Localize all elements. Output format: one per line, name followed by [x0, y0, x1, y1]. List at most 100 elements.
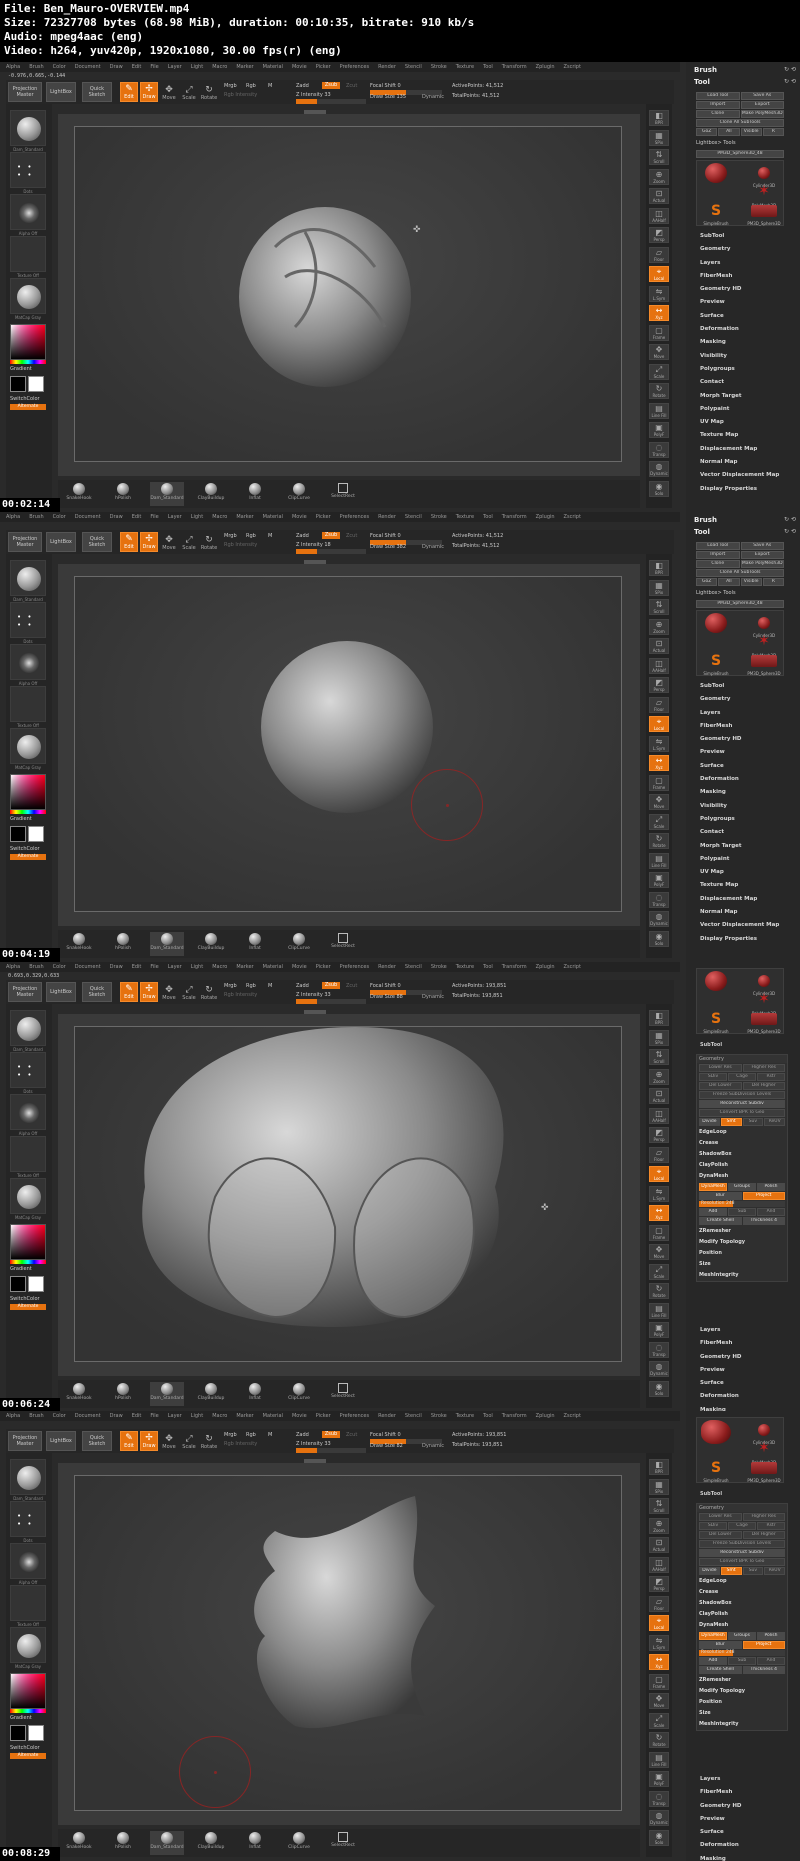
- canvas-viewport[interactable]: [58, 1459, 640, 1825]
- menu-item[interactable]: Color: [53, 514, 66, 520]
- quick-sketch-button[interactable]: Quick Sketch: [82, 532, 112, 552]
- rgb-toggle[interactable]: Rgb: [246, 83, 256, 89]
- document-area[interactable]: [74, 576, 622, 912]
- tool-thumb-sphere[interactable]: [699, 971, 733, 997]
- reuv-toggle[interactable]: ReUV: [764, 1118, 785, 1126]
- brush-thumb[interactable]: Dam_Standard: [10, 110, 46, 152]
- menu-item[interactable]: Stroke: [431, 1413, 447, 1419]
- smt-toggle[interactable]: Smt: [720, 1118, 742, 1126]
- subpalette-item[interactable]: Displacement Map: [700, 893, 796, 906]
- modify-topology-section[interactable]: Modify Topology: [697, 1686, 787, 1697]
- right-shelf-floor-button[interactable]: ▱ Floor: [649, 246, 669, 263]
- zadd-toggle[interactable]: Zadd: [296, 983, 309, 989]
- dynamic-toggle[interactable]: Dynamic: [422, 994, 444, 1000]
- menu-item[interactable]: Marker: [236, 514, 253, 520]
- switch-color-button[interactable]: SwitchColor: [10, 846, 40, 852]
- draw-size-slider[interactable]: Draw Size 135: [370, 94, 406, 100]
- menu-item[interactable]: Color: [53, 1413, 66, 1419]
- menu-item[interactable]: File: [150, 1413, 158, 1419]
- subpalette-item[interactable]: Deformation: [700, 323, 796, 336]
- reuv-toggle[interactable]: ReUV: [764, 1567, 785, 1575]
- main-color-swatch[interactable]: [10, 1725, 26, 1741]
- subpalette-item[interactable]: Masking: [700, 786, 796, 799]
- right-shelf-spix-button[interactable]: ▦ SPix: [649, 1478, 669, 1495]
- quick-sketch-button[interactable]: Quick Sketch: [82, 982, 112, 1002]
- viewport-handle[interactable]: [304, 110, 326, 114]
- del-higher-button[interactable]: Del Higher: [742, 1531, 785, 1539]
- z-intensity-slider[interactable]: Z Intensity 33: [296, 92, 331, 98]
- menu-item[interactable]: Render: [378, 964, 396, 970]
- subpalette-item[interactable]: Surface: [700, 1377, 796, 1390]
- del-lower-button[interactable]: Del Lower: [699, 1531, 742, 1539]
- right-shelf-rotate-button[interactable]: ↻ Rotate: [649, 1283, 669, 1299]
- z-intensity-slider[interactable]: Z Intensity 33: [296, 1441, 331, 1447]
- menu-item[interactable]: File: [150, 64, 158, 70]
- dynamic-toggle[interactable]: Dynamic: [422, 1443, 444, 1449]
- quick-sketch-button[interactable]: Quick Sketch: [82, 1431, 112, 1451]
- menu-item[interactable]: Light: [191, 64, 203, 70]
- menu-item[interactable]: Stencil: [405, 1413, 422, 1419]
- zadd-toggle[interactable]: Zadd: [296, 1432, 309, 1438]
- color-picker[interactable]: [10, 324, 46, 360]
- menu-item[interactable]: Texture: [456, 964, 474, 970]
- clone-all-subtools-button[interactable]: Clone All SubTools: [696, 569, 784, 577]
- mrgb-toggle[interactable]: Mrgb: [224, 533, 237, 539]
- projection-master-button[interactable]: Projection Master: [8, 532, 42, 552]
- gradient-toggle[interactable]: Gradient: [10, 816, 32, 822]
- brush-button-dam-standard[interactable]: Dam_Standard: [150, 482, 184, 506]
- move-button[interactable]: ✥ Move: [160, 82, 178, 102]
- crease-section[interactable]: Crease: [697, 1587, 787, 1598]
- right-shelf-local-button[interactable]: ⌖ Local: [649, 266, 669, 282]
- menu-item[interactable]: File: [150, 514, 158, 520]
- subpalette-item[interactable]: Deformation: [700, 1839, 796, 1852]
- right-shelf-move-button[interactable]: ✥ Move: [649, 1693, 669, 1709]
- right-shelf-dynamic-button[interactable]: ◍ Dynamic: [649, 461, 669, 477]
- subpalette-item[interactable]: Morph Target: [700, 840, 796, 853]
- menu-item[interactable]: Render: [378, 64, 396, 70]
- subpalette-item[interactable]: Masking: [700, 1853, 796, 1861]
- brush-button-claybuildup[interactable]: ClayBuildup: [194, 1831, 228, 1855]
- right-shelf-solo-button[interactable]: ◉ Solo: [649, 930, 669, 947]
- menu-item[interactable]: Picker: [316, 514, 331, 520]
- create-shell-button[interactable]: Create Shell: [699, 1666, 742, 1674]
- subpalette-item[interactable]: Preview: [700, 746, 796, 759]
- subpalette-item[interactable]: Morph Target: [700, 390, 796, 403]
- dynamesh-title-section[interactable]: DynaMesh: [697, 1620, 787, 1631]
- menu-item[interactable]: Transform: [502, 514, 527, 520]
- menu-item[interactable]: Brush: [29, 1413, 43, 1419]
- subpalette-item[interactable]: FiberMesh: [700, 1337, 796, 1350]
- right-shelf-polyf-button[interactable]: ▣ PolyF: [649, 872, 669, 888]
- suv-toggle[interactable]: Suv: [742, 1118, 764, 1126]
- palette-dock-icons[interactable]: ↻ ⟲: [784, 66, 796, 73]
- right-shelf-l-sym-button[interactable]: ⇋ L.Sym: [649, 285, 669, 302]
- menu-item[interactable]: Movie: [292, 514, 307, 520]
- right-shelf-l-sym-button[interactable]: ⇋ L.Sym: [649, 1634, 669, 1651]
- sdiv-slider[interactable]: SDiv: [699, 1073, 727, 1081]
- del-higher-button[interactable]: Del Higher: [742, 1082, 785, 1090]
- right-shelf-xyz-button[interactable]: ↔ Xyz: [649, 1205, 669, 1221]
- menu-item[interactable]: Layer: [168, 64, 182, 70]
- right-shelf-zoom-button[interactable]: ⊕ Zoom: [649, 1517, 669, 1534]
- brush-button-clipcurve[interactable]: ClipCurve: [282, 1382, 316, 1406]
- brush-button-selectrect[interactable]: SelectRect: [326, 932, 360, 956]
- sculpt-mesh[interactable]: [254, 1496, 435, 1729]
- del-lower-button[interactable]: Del Lower: [699, 1082, 742, 1090]
- right-shelf-scale-button[interactable]: ⤢ Scale: [649, 813, 669, 830]
- menu-item[interactable]: Macro: [212, 1413, 227, 1419]
- menu-item[interactable]: Document: [75, 1413, 101, 1419]
- subpalette-item[interactable]: FiberMesh: [700, 270, 796, 283]
- r-button[interactable]: R: [762, 578, 784, 586]
- material-thumb[interactable]: MatCap Gray: [10, 728, 46, 770]
- right-shelf-actual-button[interactable]: ⊡ Actual: [649, 1537, 669, 1553]
- project-toggle[interactable]: Project: [742, 1641, 785, 1649]
- right-shelf-move-button[interactable]: ✥ Move: [649, 344, 669, 360]
- subpalette-item[interactable]: Geometry HD: [700, 733, 796, 746]
- tool-thumb-pm3d[interactable]: PM3D_Sphere3D: [747, 1009, 781, 1035]
- tool-thumb-simplebrush[interactable]: S SimpleBrush: [699, 201, 733, 227]
- menu-item[interactable]: Color: [53, 964, 66, 970]
- right-shelf-transp-button[interactable]: ◌ Transp: [649, 441, 669, 458]
- rotate-button[interactable]: ↻ Rotate: [200, 82, 218, 102]
- blur-slider[interactable]: Blur: [699, 1192, 742, 1200]
- right-shelf-transp-button[interactable]: ◌ Transp: [649, 1790, 669, 1807]
- load-tool-button[interactable]: Load Tool: [696, 92, 740, 100]
